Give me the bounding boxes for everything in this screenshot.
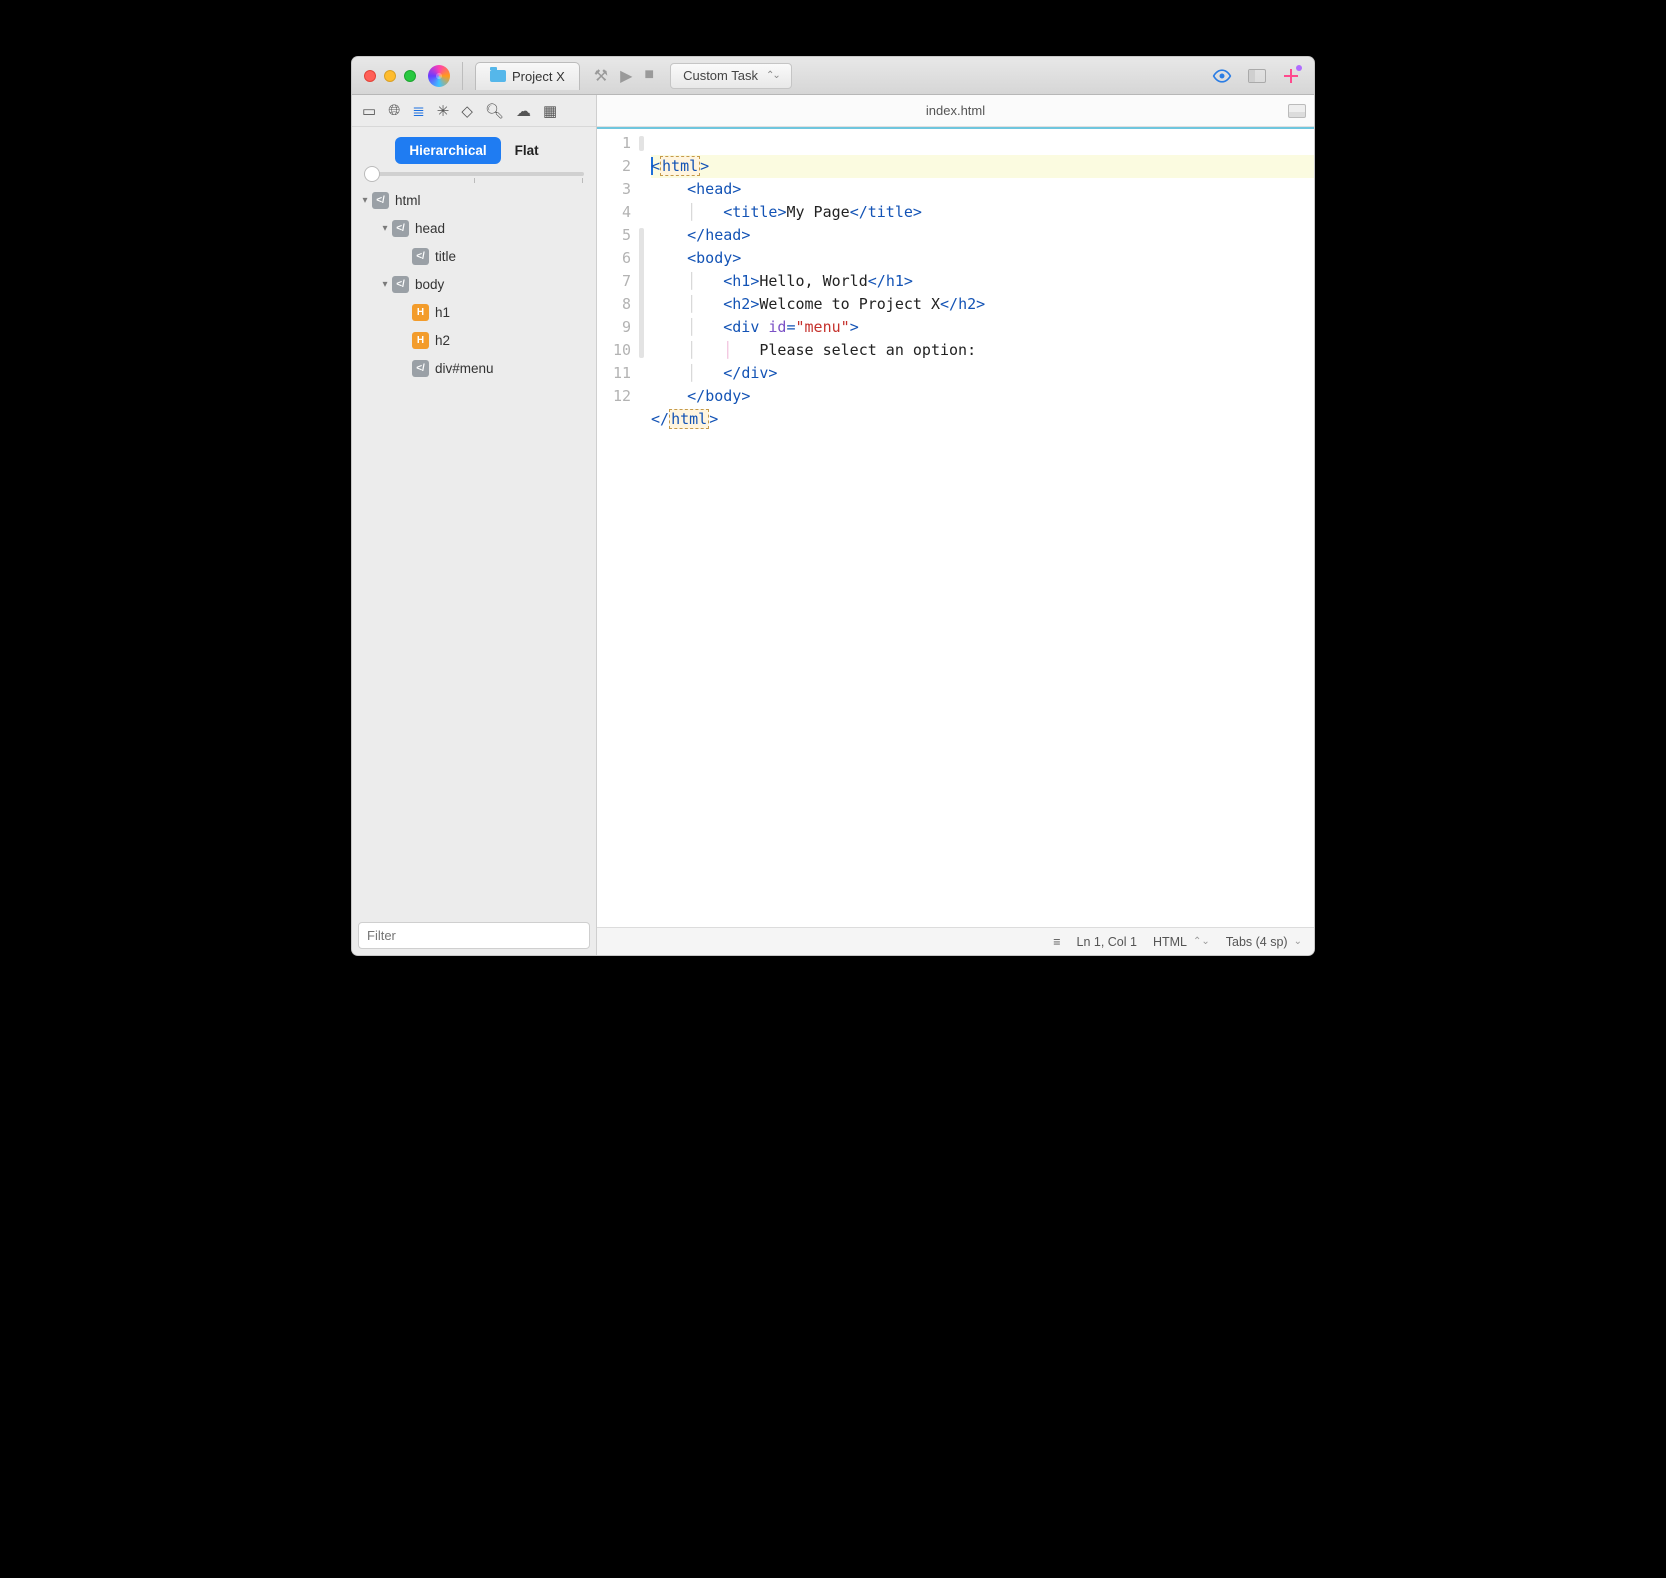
sidebar: ▭ 🌐︎ ≣ ✳ ◇ 🔍︎ ☁︎ ▦ Hierarchical Flat xyxy=(352,95,597,955)
project-tab-label: Project X xyxy=(512,69,565,84)
status-cursor-position[interactable]: Ln 1, Col 1 xyxy=(1077,935,1137,949)
tree-row-div[interactable]: </div#menu xyxy=(352,354,596,382)
asterisk-icon[interactable]: ✳ xyxy=(437,102,450,120)
stop-icon[interactable]: ■ xyxy=(644,66,654,86)
tree-row-h1[interactable]: Hh1 xyxy=(352,298,596,326)
fold-strip xyxy=(639,129,647,927)
slider-thumb-icon[interactable] xyxy=(364,166,380,182)
status-symbols-icon[interactable]: ≡ xyxy=(1053,935,1060,949)
preview-eye-icon[interactable] xyxy=(1212,66,1232,86)
hammer-icon[interactable]: ⚒ xyxy=(594,66,608,86)
build-run-controls: ⚒ ▶ ■ xyxy=(594,66,654,86)
status-indent[interactable]: Tabs (4 sp)⌄ xyxy=(1226,935,1302,949)
diamond-icon[interactable]: ◇ xyxy=(461,102,473,120)
chevron-updown-icon: ⌃⌄ xyxy=(766,70,779,81)
minimize-traffic-light-icon[interactable] xyxy=(384,70,396,82)
panel-toggle-icon[interactable] xyxy=(1248,69,1266,83)
code-editor[interactable]: 123 456 789 101112 <html> <head> │ <titl… xyxy=(597,129,1314,927)
filter-field[interactable] xyxy=(358,922,590,949)
code-area[interactable]: <html> <head> │ <title>My Page</title> <… xyxy=(647,129,1314,927)
status-bar: ≡ Ln 1, Col 1 HTML⌃⌄ Tabs (4 sp)⌄ xyxy=(597,927,1314,955)
filter-input[interactable] xyxy=(359,923,589,948)
cloud-icon[interactable]: ☁︎ xyxy=(516,102,531,120)
structure-icon[interactable]: ≣ xyxy=(412,102,425,120)
seg-flat[interactable]: Flat xyxy=(501,137,553,164)
view-mode-segmented: Hierarchical Flat xyxy=(395,137,552,164)
app-logo-icon xyxy=(428,65,450,87)
task-selector[interactable]: Custom Task ⌃⌄ xyxy=(670,63,792,89)
folder-icon xyxy=(490,70,506,82)
sidebar-toolbar: ▭ 🌐︎ ≣ ✳ ◇ 🔍︎ ☁︎ ▦ xyxy=(352,95,596,127)
play-icon[interactable]: ▶ xyxy=(620,66,632,86)
seg-hierarchical[interactable]: Hierarchical xyxy=(395,137,500,164)
project-tab[interactable]: Project X xyxy=(475,62,580,90)
app-window: Project X ⚒ ▶ ■ Custom Task ⌃⌄ ▭ 🌐︎ ≣ ✳ … xyxy=(351,56,1315,956)
document-header: index.html xyxy=(597,95,1314,127)
tree-row-title[interactable]: </title xyxy=(352,242,596,270)
search-icon[interactable]: 🔍︎ xyxy=(485,102,504,120)
dom-tree: ▾</html ▾</head </title ▾</body Hh1 Hh2 … xyxy=(352,184,596,916)
grid-icon[interactable]: ▦ xyxy=(543,102,557,120)
status-language[interactable]: HTML⌃⌄ xyxy=(1153,935,1210,949)
line-number-gutter: 123 456 789 101112 xyxy=(597,129,639,927)
close-traffic-light-icon[interactable] xyxy=(364,70,376,82)
task-label: Custom Task xyxy=(683,68,758,83)
zoom-traffic-light-icon[interactable] xyxy=(404,70,416,82)
folder-outline-icon[interactable]: ▭ xyxy=(362,102,376,120)
document-filename: index.html xyxy=(926,103,985,118)
depth-slider[interactable] xyxy=(352,168,596,184)
tree-row-html[interactable]: ▾</html xyxy=(352,186,596,214)
add-sparkle-icon[interactable] xyxy=(1282,67,1300,85)
editor-pane: index.html 123 456 789 101112 <html> <he… xyxy=(597,95,1314,955)
separator xyxy=(462,62,463,90)
tree-row-head[interactable]: ▾</head xyxy=(352,214,596,242)
tree-row-body[interactable]: ▾</body xyxy=(352,270,596,298)
tree-row-h2[interactable]: Hh2 xyxy=(352,326,596,354)
globe-icon[interactable]: 🌐︎ xyxy=(388,102,400,119)
minimap-toggle-icon[interactable] xyxy=(1288,104,1306,118)
titlebar: Project X ⚒ ▶ ■ Custom Task ⌃⌄ xyxy=(352,57,1314,95)
